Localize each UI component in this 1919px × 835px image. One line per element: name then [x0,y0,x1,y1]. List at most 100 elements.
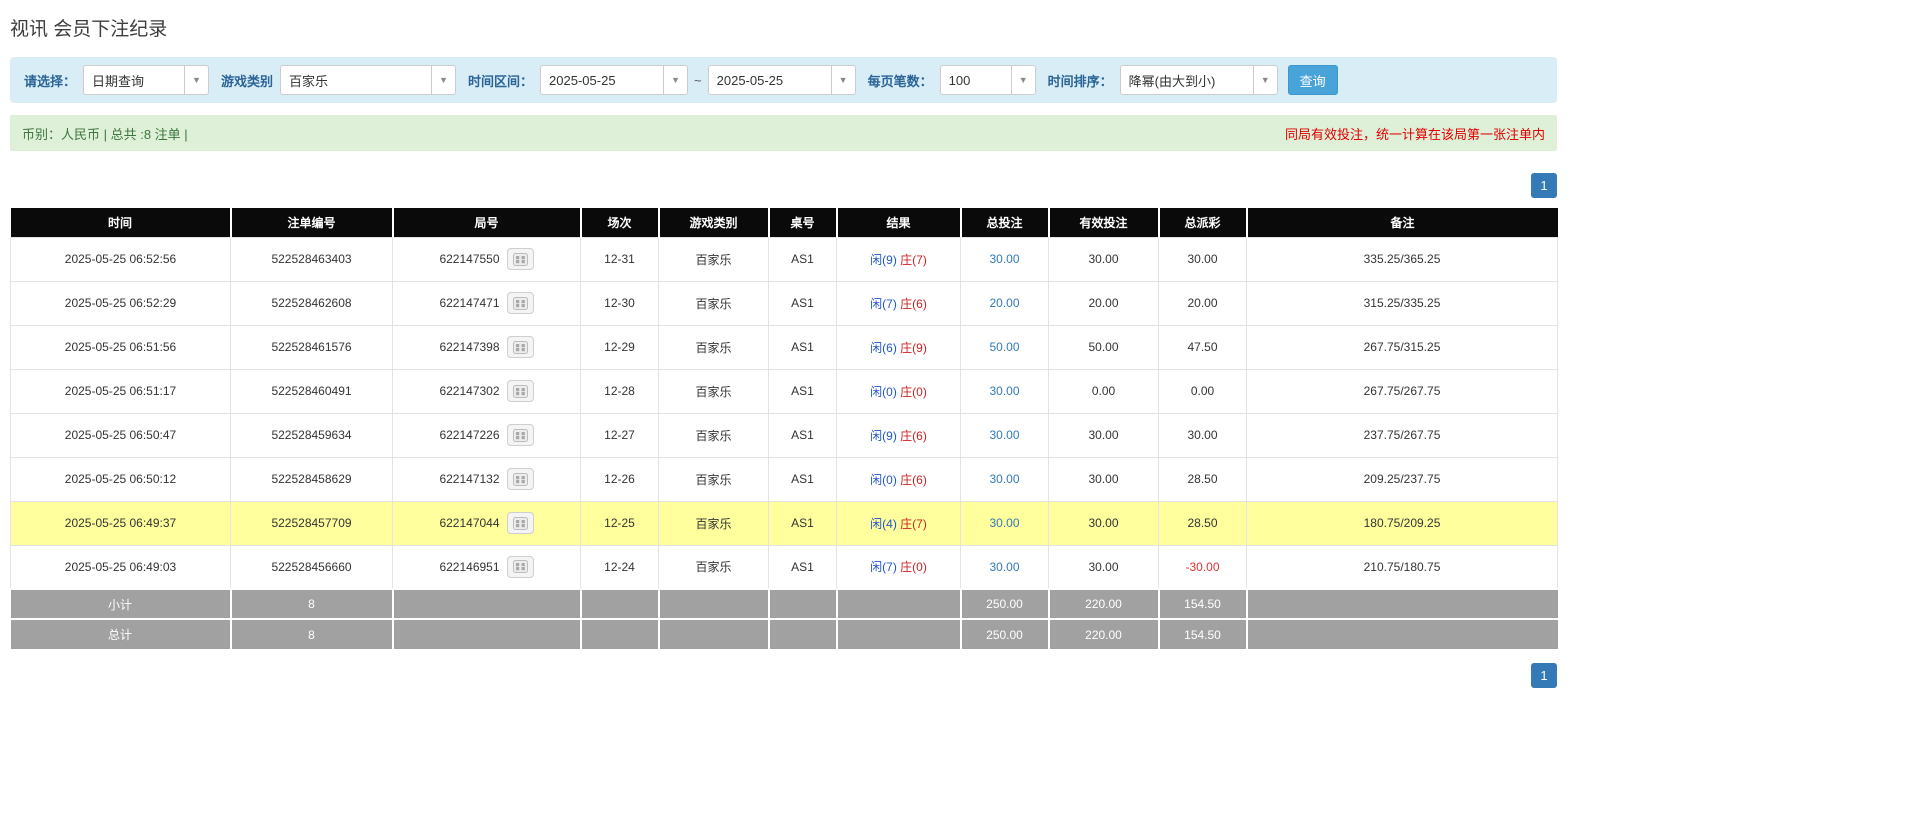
cell-table-no: AS1 [769,237,837,281]
column-header: 有效投注 [1049,208,1159,237]
cell-game-type: 百家乐 [659,369,769,413]
cell-bet-id: 522528463403 [231,237,393,281]
chevron-down-icon[interactable]: ▼ [184,66,208,94]
game-result-icon[interactable] [507,512,534,534]
cell-valid-bet: 30.00 [1049,501,1159,545]
page-button[interactable]: 1 [1531,173,1557,198]
game-result-icon[interactable] [507,336,534,358]
date-from-value: 2025-05-25 [541,66,663,94]
total-bet-link[interactable]: 30.00 [989,252,1019,266]
sort-order-select[interactable]: 降幂(由大到小) ▼ [1120,65,1278,95]
chevron-down-icon[interactable]: ▼ [1253,66,1277,94]
cell-payout: 28.50 [1159,501,1247,545]
cell-session: 12-26 [581,457,659,501]
table-row: 2025-05-25 06:50:12522528458629622147132… [11,457,1558,501]
cell-result: 闲(7) 庄(0) [837,545,961,589]
column-header: 游戏类别 [659,208,769,237]
query-type-value: 日期查询 [84,66,184,94]
game-result-icon[interactable] [507,468,534,490]
cell-time: 2025-05-25 06:51:56 [11,325,231,369]
table-header-row: 时间注单编号局号场次游戏类别桌号结果总投注有效投注总派彩备注 [11,208,1558,237]
game-type-select[interactable]: 百家乐 ▼ [280,65,456,95]
cell-round: 622147550 [393,237,581,281]
total-bet-link[interactable]: 30.00 [989,516,1019,530]
cell-total-bet: 30.00 [961,369,1049,413]
currency-total-text: 币别：人民币 | 总共 :8 注单 | [22,124,188,143]
date-from-select[interactable]: 2025-05-25 ▼ [540,65,688,95]
game-result-icon[interactable] [507,248,534,270]
cell-bet-id: 522528458629 [231,457,393,501]
total-bet-link[interactable]: 30.00 [989,428,1019,442]
cell-time: 2025-05-25 06:49:37 [11,501,231,545]
chevron-down-icon[interactable]: ▼ [831,66,855,94]
result-banker: 庄(7) [900,253,927,267]
cell-session: 12-25 [581,501,659,545]
game-result-icon[interactable] [507,292,534,314]
column-header: 局号 [393,208,581,237]
cell-time: 2025-05-25 06:49:03 [11,545,231,589]
cell-bet-id: 522528457709 [231,501,393,545]
cell-bet-id: 522528461576 [231,325,393,369]
subtotal-row: 小计 8 250.00 220.00 154.50 [11,589,1558,619]
game-type-label: 游戏类别 [221,71,273,90]
cell-payout: 20.00 [1159,281,1247,325]
cell-total-bet: 50.00 [961,325,1049,369]
table-row: 2025-05-25 06:49:37522528457709622147044… [11,501,1558,545]
total-bet-link[interactable]: 30.00 [989,384,1019,398]
game-result-icon[interactable] [507,424,534,446]
cell-round: 622147302 [393,369,581,413]
cell-table-no: AS1 [769,413,837,457]
cell-session: 12-27 [581,413,659,457]
cell-result: 闲(9) 庄(6) [837,413,961,457]
subtotal-payout: 154.50 [1159,589,1247,619]
bet-records-table: 时间注单编号局号场次游戏类别桌号结果总投注有效投注总派彩备注 2025-05-2… [10,208,1558,649]
result-banker: 庄(6) [900,473,927,487]
cell-table-no: AS1 [769,369,837,413]
date-to-select[interactable]: 2025-05-25 ▼ [708,65,856,95]
total-bet-link[interactable]: 50.00 [989,340,1019,354]
cell-table-no: AS1 [769,501,837,545]
result-player: 闲(0) [870,385,897,399]
cell-valid-bet: 30.00 [1049,413,1159,457]
cell-session: 12-30 [581,281,659,325]
table-body: 2025-05-25 06:52:56522528463403622147550… [11,237,1558,589]
game-result-icon[interactable] [507,556,534,578]
subtotal-label: 小计 [11,589,231,619]
search-button[interactable]: 查询 [1288,65,1338,95]
result-banker: 庄(0) [900,560,927,574]
summary-bar: 币别：人民币 | 总共 :8 注单 | 同局有效投注，统一计算在该局第一张注单内 [10,115,1557,151]
cell-valid-bet: 30.00 [1049,457,1159,501]
chevron-down-icon[interactable]: ▼ [663,66,687,94]
result-player: 闲(0) [870,473,897,487]
cell-note: 267.75/315.25 [1247,325,1558,369]
result-player: 闲(7) [870,560,897,574]
column-header: 总派彩 [1159,208,1247,237]
chevron-down-icon[interactable]: ▼ [431,66,455,94]
game-result-icon[interactable] [507,380,534,402]
chevron-down-icon[interactable]: ▼ [1011,66,1035,94]
total-valid-bet: 220.00 [1049,619,1159,649]
cell-table-no: AS1 [769,325,837,369]
pagination-top: 1 [10,173,1557,198]
cell-game-type: 百家乐 [659,501,769,545]
query-type-select[interactable]: 日期查询 ▼ [83,65,209,95]
cell-round: 622146951 [393,545,581,589]
total-count: 8 [231,619,393,649]
cell-game-type: 百家乐 [659,237,769,281]
cell-note: 210.75/180.75 [1247,545,1558,589]
total-bet-link[interactable]: 30.00 [989,560,1019,574]
table-row: 2025-05-25 06:50:47522528459634622147226… [11,413,1558,457]
cell-result: 闲(7) 庄(6) [837,281,961,325]
page-button[interactable]: 1 [1531,663,1557,688]
cell-session: 12-24 [581,545,659,589]
column-header: 备注 [1247,208,1558,237]
cell-total-bet: 30.00 [961,545,1049,589]
page-size-select[interactable]: 100 ▼ [940,65,1036,95]
page-title: 视讯 会员下注纪录 [10,14,1557,41]
cell-round: 622147044 [393,501,581,545]
subtotal-valid-bet: 220.00 [1049,589,1159,619]
column-header: 场次 [581,208,659,237]
total-bet-link[interactable]: 20.00 [989,296,1019,310]
total-bet-link[interactable]: 30.00 [989,472,1019,486]
cell-time: 2025-05-25 06:50:12 [11,457,231,501]
